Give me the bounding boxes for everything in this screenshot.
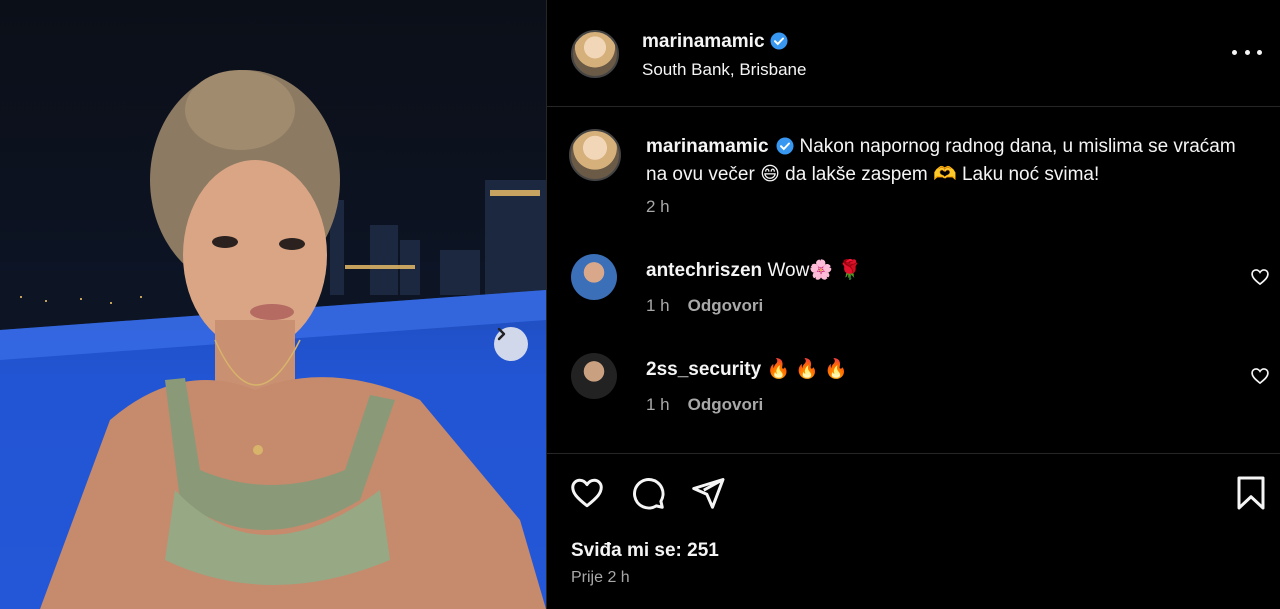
commenter-avatar[interactable] <box>571 353 617 399</box>
comment-like-heart-icon[interactable] <box>1250 267 1270 287</box>
verified-badge-icon <box>776 137 794 155</box>
comment-icon[interactable] <box>630 475 666 511</box>
more-options-button[interactable] <box>1232 40 1262 64</box>
chevron-right-icon <box>497 327 506 341</box>
caption-suffix: Laku noć svima! <box>956 164 1100 185</box>
caption-timestamp[interactable]: 2 h <box>646 197 670 217</box>
caption-emoji-smile: 😄 <box>760 164 780 185</box>
comment-time[interactable]: 1 h <box>646 296 670 315</box>
comment-time[interactable]: 1 h <box>646 395 670 414</box>
comment-content: antechriszen Wow🌸 🌹 <box>646 258 862 282</box>
verified-badge-icon <box>770 32 788 50</box>
comment-text: 🔥 🔥 🔥 <box>766 359 848 380</box>
comment-username[interactable]: antechriszen <box>646 260 762 281</box>
reply-button[interactable]: Odgovori <box>688 296 764 315</box>
comment-item: 2ss_security 🔥 🔥 🔥 1 h Odgovori <box>547 349 1280 429</box>
author-username-text[interactable]: marinamamic <box>642 31 765 52</box>
comment-meta: 1 h Odgovori <box>646 395 763 415</box>
caption-text: marinamamic Nakon napornog radnog dana, u… <box>646 133 1236 189</box>
more-icon-dot <box>1257 49 1262 55</box>
next-image-button[interactable] <box>494 327 528 361</box>
comment-meta: 1 h Odgovori <box>646 296 763 316</box>
caption-avatar[interactable] <box>569 129 621 181</box>
comment-text: Wow🌸 🌹 <box>767 260 862 281</box>
post-time-ago[interactable]: Prije 2 h <box>571 569 630 587</box>
comment-item: antechriszen Wow🌸 🌹 1 h Odgovori <box>547 250 1280 330</box>
share-icon[interactable] <box>690 475 726 511</box>
actions-bar: Sviđa mi se: 251 Prije 2 h <box>547 453 1280 609</box>
post-panel: marinamamic South Bank, Brisbane marinam… <box>547 0 1280 609</box>
post-image[interactable] <box>0 0 546 609</box>
caption-emoji-heart-hands: 🫶 <box>933 164 957 185</box>
post-image-illustration <box>0 70 546 609</box>
author-avatar[interactable] <box>571 30 619 78</box>
bookmark-icon[interactable] <box>1233 475 1269 511</box>
reply-button[interactable]: Odgovori <box>688 395 764 414</box>
more-icon <box>1232 49 1237 55</box>
post-location[interactable]: South Bank, Brisbane <box>642 60 806 80</box>
post-header: marinamamic South Bank, Brisbane <box>547 0 1280 107</box>
likes-count[interactable]: Sviđa mi se: 251 <box>571 540 719 562</box>
comment-username[interactable]: 2ss_security <box>646 359 761 380</box>
caption-username[interactable]: marinamamic <box>646 136 769 157</box>
more-icon-dot <box>1244 49 1250 55</box>
caption-mid: da lakše zaspem <box>779 164 934 185</box>
comment-like-heart-icon[interactable] <box>1250 366 1270 386</box>
heart-icon[interactable] <box>569 475 605 511</box>
author-username[interactable]: marinamamic <box>642 31 788 53</box>
commenter-avatar[interactable] <box>571 254 617 300</box>
comment-content: 2ss_security 🔥 🔥 🔥 <box>646 357 848 381</box>
